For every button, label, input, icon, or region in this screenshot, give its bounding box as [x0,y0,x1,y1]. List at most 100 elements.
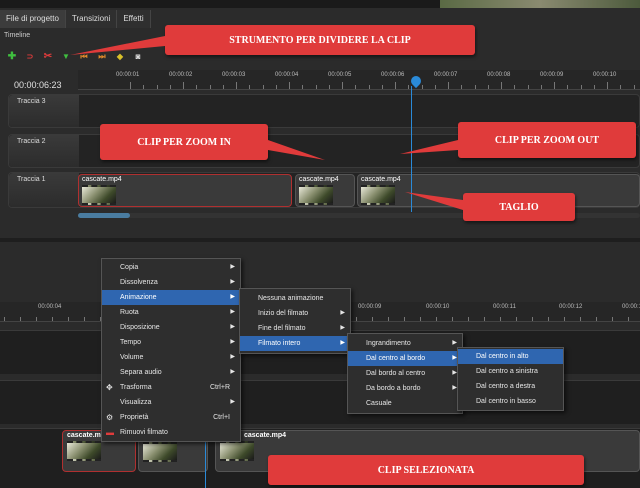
center-edge-submenu-item[interactable]: Dal centro in alto [458,349,563,364]
menu-item-label: Dal centro al bordo [366,355,426,362]
menu-item-label: Disposizione [120,324,160,331]
gear-icon: ⚙ [106,413,114,422]
ruler-tick [372,317,373,321]
menu-item-label: Proprietà [120,414,149,421]
chevron-right-icon: ▶ [230,309,235,315]
ruler-tick [420,317,421,321]
ruler-tick [532,317,533,321]
context-menu-item[interactable]: Tempo ▶ [102,335,240,350]
menu-item-label: Inizio del filmato [258,310,309,317]
menu-item-label: Dal centro a destra [476,383,536,390]
ruler-tick-label: 00:00:10 [426,304,450,310]
center-edge-submenu-item[interactable]: Dal centro a sinistra [458,364,563,379]
chevron-right-icon: ▶ [340,340,345,346]
menu-item-label: Dal centro a sinistra [476,368,538,375]
ruler-tick [52,317,53,321]
pointer-zoom-in [268,140,325,160]
chevron-right-icon: ▶ [230,264,235,270]
ruler-tick [484,317,485,321]
menu-item-label: Filmato intero [258,340,301,347]
context-menu-item[interactable]: Visualizza ▶ [102,395,240,410]
menu-item-label: Da bordo a bordo [366,385,421,392]
menu-item-label: Visualizza [120,399,152,406]
animation-submenu-item[interactable]: Filmato intero ▶ [240,336,350,351]
center-edge-submenu-item[interactable]: Dal centro a destra [458,379,563,394]
ruler-tick [500,317,501,321]
ruler-tick-label: 00:00:13 [622,304,640,310]
full-clip-submenu-item[interactable]: Da bordo a bordo ▶ [348,381,462,396]
animation-submenu-item[interactable]: Nessuna animazione [240,291,350,306]
menu-item-label: Dal bordo al centro [366,370,426,377]
context-menu-item[interactable]: Dissolvenza ▶ [102,275,240,290]
panel-divider[interactable] [0,238,640,242]
chevron-right-icon: ▶ [230,279,235,285]
ruler-tick-label: 00:00:09 [358,304,382,310]
context-menu-item[interactable]: Ruota ▶ [102,305,240,320]
ruler-tick [564,317,565,321]
chevron-right-icon: ▶ [230,339,235,345]
menu-item-label: Ingrandimento [366,340,411,347]
menu-item-label: Dissolvenza [120,279,158,286]
ruler-tick [388,317,389,321]
ruler-tick-label: 00:00:11 [493,304,516,310]
full-clip-submenu-item[interactable]: Dal bordo al centro ▶ [348,366,462,381]
context-menu-item[interactable]: Animazione ▶ [102,290,240,305]
menu-item-label: Volume [120,354,144,361]
menu-item-label: Tempo [120,339,142,346]
context-menu: Copia ▶ Dissolvenza ▶ Animazione ▶ Ruota ▶ Dispo… [101,258,241,442]
menu-shortcut: Ctrl+I [213,414,230,421]
ruler-tick [20,317,21,321]
callout-selected-clip: CLIP SELEZIONATA [268,455,584,485]
submenu-animation: Nessuna animazione Inizio del filmato ▶ Fin… [239,288,351,354]
ruler-tick [628,317,629,321]
context-menu-item[interactable]: Separa audio ▶ [102,365,240,380]
ruler-tick [468,317,469,321]
ruler-tick [452,317,453,321]
ruler-tick [580,317,581,321]
clip-thumbnail [220,441,254,461]
animation-submenu-item[interactable]: Inizio del filmato ▶ [240,306,350,321]
ruler-tick [404,317,405,321]
move-icon: ✥ [106,383,113,392]
chevron-right-icon: ▶ [230,354,235,360]
context-menu-item[interactable]: Trasforma ✥ Ctrl+R [102,380,240,395]
menu-item-label: Copia [120,264,139,271]
submenu-full-clip: Ingrandimento ▶ Dal centro al bordo ▶ Dal bo… [347,333,463,414]
clip-title: cascate.mp4 [244,432,287,439]
clip-thumbnail [67,441,101,461]
full-clip-submenu-item[interactable]: Casuale [348,396,462,411]
ruler-tick [436,317,437,321]
ruler-tick-label: 00:00:04 [38,304,62,310]
chevron-right-icon: ▶ [340,310,345,316]
menu-item-label: Animazione [120,294,157,301]
animation-submenu-item[interactable]: Fine del filmato ▶ [240,321,350,336]
submenu-center-to-edge: Dal centro in alto Dal centro a sinistra D… [457,347,564,411]
ruler-tick [356,317,357,321]
full-clip-submenu-item[interactable]: Ingrandimento ▶ [348,336,462,351]
menu-item-label: Fine del filmato [258,325,306,332]
menu-item-label: Trasforma [120,384,152,391]
menu-item-label: Rimuovi filmato [120,429,168,436]
ruler-tick [516,317,517,321]
menu-item-label: Ruota [120,309,139,316]
context-menu-item[interactable]: Rimuovi filmato ▬ [102,425,240,440]
ruler-tick [36,317,37,321]
context-menu-item[interactable]: Copia ▶ [102,260,240,275]
chevron-right-icon: ▶ [230,324,235,330]
clip-thumbnail [143,442,177,462]
chevron-right-icon: ▶ [230,399,235,405]
menu-item-label: Dal centro in alto [476,353,529,360]
context-menu-item[interactable]: Disposizione ▶ [102,320,240,335]
ruler-tick [596,317,597,321]
ruler-tick [4,317,5,321]
context-menu-item[interactable]: Volume ▶ [102,350,240,365]
menu-item-label: Dal centro in basso [476,398,536,405]
center-edge-submenu-item[interactable]: Dal centro in basso [458,394,563,409]
full-clip-submenu-item[interactable]: Dal centro al bordo ▶ [348,351,462,366]
ruler-tick [548,317,549,321]
menu-item-label: Casuale [366,400,392,407]
chevron-right-icon: ▶ [340,325,345,331]
context-menu-item[interactable]: Proprietà ⚙ Ctrl+I [102,410,240,425]
ruler-tick-label: 00:00:12 [559,304,583,310]
chevron-right-icon: ▶ [230,369,235,375]
